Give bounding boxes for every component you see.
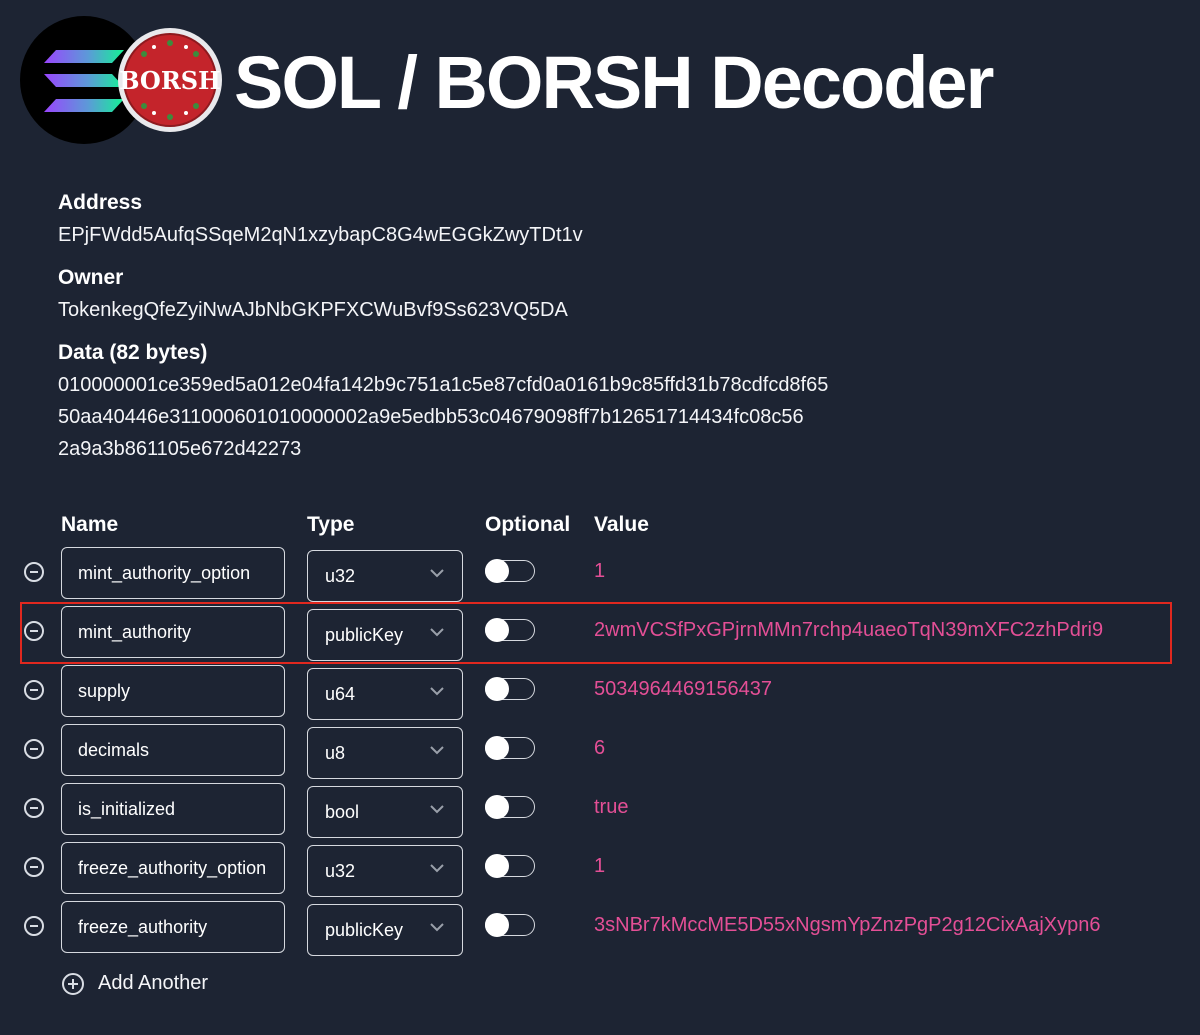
data-hex-line: 2a9a3b861105e672d42273 <box>58 438 302 460</box>
data-hex-line: 010000001ce359ed5a012e04fa142b9c751a1c5e… <box>58 374 829 396</box>
borsh-logo-icon: BORSH <box>118 28 222 132</box>
remove-field-button[interactable] <box>24 739 44 759</box>
field-type-value: u8 <box>325 743 346 763</box>
field-type-value: u32 <box>325 861 356 881</box>
toggle-knob <box>485 677 509 701</box>
table-row: u32 1 <box>0 842 1200 897</box>
app-header: BORSH SOL / BORSH Decoder <box>20 16 1180 144</box>
owner-block: Owner TokenkegQfeZyiNwAJbNbGKPFXCWuBvf9S… <box>58 265 568 326</box>
optional-toggle[interactable] <box>485 854 535 878</box>
field-name-input[interactable] <box>61 665 285 717</box>
owner-value: TokenkegQfeZyiNwAJbNbGKPFXCWuBvf9Ss623VQ… <box>58 299 568 321</box>
field-type-value: u64 <box>325 684 356 704</box>
field-name-input[interactable] <box>61 842 285 894</box>
svg-text:BORSH: BORSH <box>119 66 221 95</box>
table-row: publicKey 3sNBr7kMccME5D55xNgsmYpZnzPgP2… <box>0 901 1200 956</box>
field-type-select[interactable]: publicKey <box>307 904 463 956</box>
column-header-optional: Optional <box>485 513 571 536</box>
chevron-down-icon <box>430 746 444 755</box>
remove-field-button[interactable] <box>24 916 44 936</box>
field-value: 1 <box>594 560 606 582</box>
field-type-select[interactable]: u64 <box>307 668 463 720</box>
field-type-value: u32 <box>325 566 356 586</box>
address-value: EPjFWdd5AufqSSqeM2qN1xzybapC8G4wEGGkZwyT… <box>58 224 583 246</box>
field-name-input[interactable] <box>61 724 285 776</box>
table-row: u64 5034964469156437 <box>0 665 1200 720</box>
table-row: u32 1 <box>0 547 1200 602</box>
address-block: Address EPjFWdd5AufqSSqeM2qN1xzybapC8G4w… <box>58 190 583 251</box>
field-type-select[interactable]: bool <box>307 786 463 838</box>
field-value: true <box>594 796 629 818</box>
chevron-down-icon <box>430 864 444 873</box>
field-type-value: publicKey <box>325 920 404 940</box>
remove-field-button[interactable] <box>24 798 44 818</box>
chevron-down-icon <box>430 569 444 578</box>
plus-circle-icon <box>62 973 84 995</box>
toggle-knob <box>485 736 509 760</box>
highlight-box <box>20 602 1172 664</box>
optional-toggle[interactable] <box>485 736 535 760</box>
field-type-select[interactable]: u8 <box>307 727 463 779</box>
optional-toggle[interactable] <box>485 913 535 937</box>
remove-field-button[interactable] <box>24 680 44 700</box>
field-value: 3sNBr7kMccME5D55xNgsmYpZnzPgP2g12CixAajX… <box>594 914 1101 936</box>
field-type-select[interactable]: u32 <box>307 550 463 602</box>
toggle-knob <box>485 795 509 819</box>
toggle-knob <box>485 854 509 878</box>
column-header-type: Type <box>307 513 355 536</box>
remove-field-button[interactable] <box>24 857 44 877</box>
optional-toggle[interactable] <box>485 795 535 819</box>
table-row: bool true <box>0 783 1200 838</box>
field-value: 5034964469156437 <box>594 678 772 700</box>
field-type-select[interactable]: u32 <box>307 845 463 897</box>
optional-toggle[interactable] <box>485 559 535 583</box>
toggle-knob <box>485 913 509 937</box>
field-name-input[interactable] <box>61 783 285 835</box>
field-value: 6 <box>594 737 606 759</box>
chevron-down-icon <box>430 805 444 814</box>
page-title: SOL / BORSH Decoder <box>234 41 994 124</box>
data-block: Data (82 bytes) 010000001ce359ed5a012e04… <box>58 340 828 465</box>
add-another-label: Add Another <box>98 972 209 994</box>
column-header-name: Name <box>61 513 119 536</box>
data-hex-line: 50aa40446e311000601010000002a9e5edbb53c0… <box>58 406 804 428</box>
chevron-down-icon <box>430 923 444 932</box>
table-row: u8 6 <box>0 724 1200 779</box>
remove-field-button[interactable] <box>24 562 44 582</box>
optional-toggle[interactable] <box>485 677 535 701</box>
toggle-knob <box>485 559 509 583</box>
field-name-input[interactable] <box>61 547 285 599</box>
field-type-value: bool <box>325 802 360 822</box>
chevron-down-icon <box>430 687 444 696</box>
field-name-input[interactable] <box>61 901 285 953</box>
field-value: 1 <box>594 855 606 877</box>
column-header-value: Value <box>594 513 649 536</box>
schema-table-header: Name Type Optional Value <box>0 513 1200 541</box>
owner-label: Owner <box>58 266 124 289</box>
data-label: Data (82 bytes) <box>58 341 208 364</box>
address-label: Address <box>58 191 143 214</box>
